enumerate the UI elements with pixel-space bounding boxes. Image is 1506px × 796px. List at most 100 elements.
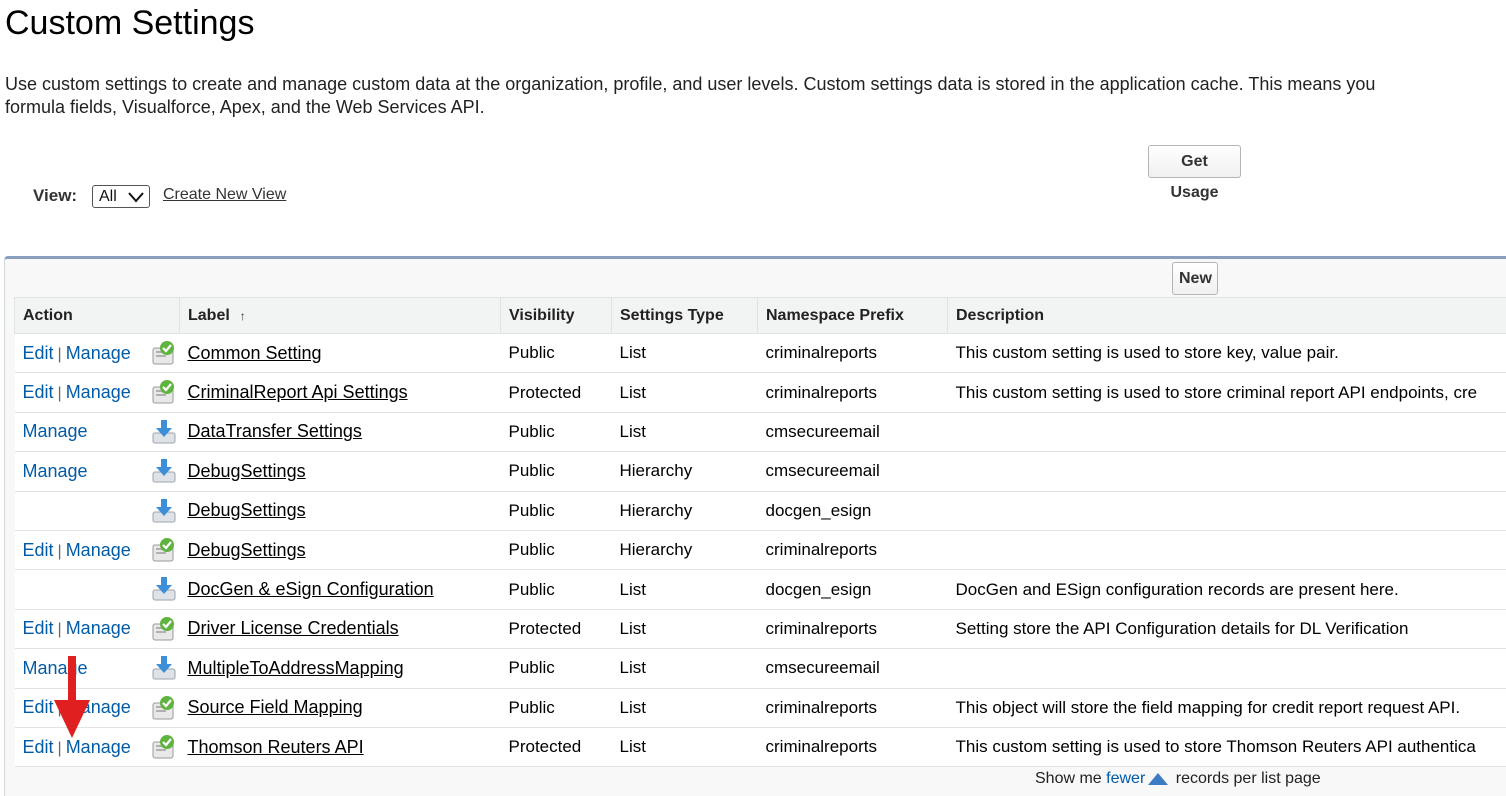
setting-label-link[interactable]: DebugSettings (188, 461, 306, 481)
footer-prefix: Show me (1035, 770, 1102, 787)
visibility-cell: Public (501, 688, 612, 727)
table-row: Edit|Manage CriminalReport Api Settings … (15, 373, 1506, 412)
arrow-up-icon[interactable] (1148, 773, 1168, 785)
manage-link[interactable]: Manage (66, 382, 131, 402)
table-row: Manage MultipleToAddressMapping Public L… (15, 649, 1506, 688)
description-cell (948, 649, 1506, 688)
new-button[interactable]: New (1172, 262, 1218, 295)
description-cell (948, 530, 1506, 569)
namespace-prefix-cell: criminalreports (758, 334, 948, 373)
table-row: Edit|Manage Driver License Credentials P… (15, 609, 1506, 648)
description-cell: This custom setting is used to store Tho… (948, 727, 1506, 766)
table-row: Manage DebugSettings Public Hierarchy cm… (15, 452, 1506, 491)
namespace-prefix-cell: criminalreports (758, 609, 948, 648)
column-header-description[interactable]: Description (948, 298, 1506, 334)
settings-type-cell: List (612, 688, 758, 727)
column-header-settings-type[interactable]: Settings Type (612, 298, 758, 334)
column-header-action: Action (15, 298, 180, 334)
view-select-value: All (99, 188, 117, 205)
namespace-prefix-cell: criminalreports (758, 373, 948, 412)
setting-label-link[interactable]: DebugSettings (188, 500, 306, 520)
description-line-1: Use custom settings to create and manage… (5, 73, 1505, 96)
action-separator: | (54, 621, 66, 638)
settings-type-cell: Hierarchy (612, 452, 758, 491)
settings-type-cell: Hierarchy (612, 530, 758, 569)
check-icon (151, 734, 177, 760)
fewer-records-link[interactable]: fewer (1106, 770, 1145, 787)
setting-label-link[interactable]: MultipleToAddressMapping (188, 658, 404, 678)
manage-link[interactable]: Manage (66, 618, 131, 638)
visibility-cell: Public (501, 570, 612, 609)
visibility-cell: Public (501, 412, 612, 451)
action-separator: | (54, 346, 66, 363)
namespace-prefix-cell: docgen_esign (758, 570, 948, 609)
visibility-cell: Public (501, 334, 612, 373)
edit-link[interactable]: Edit (23, 382, 54, 402)
download-icon (151, 498, 177, 524)
namespace-prefix-cell: cmsecureemail (758, 649, 948, 688)
namespace-prefix-cell: cmsecureemail (758, 452, 948, 491)
edit-link[interactable]: Edit (23, 540, 54, 560)
action-cell: Manage (15, 649, 180, 688)
manage-link[interactable]: Manage (23, 461, 88, 481)
setting-label-link[interactable]: Source Field Mapping (188, 697, 363, 717)
manage-link[interactable]: Manage (23, 421, 88, 441)
custom-settings-table: Action Label↑ Visibility Settings Type N… (14, 297, 1506, 767)
description-cell: This object will store the field mapping… (948, 688, 1506, 727)
footer-suffix: records per list page (1176, 770, 1321, 787)
description-cell: DocGen and ESign configuration records a… (948, 570, 1506, 609)
action-cell: Edit|Manage (15, 530, 180, 569)
download-icon (151, 419, 177, 445)
label-cell: DocGen & eSign Configuration (180, 570, 501, 609)
view-label: View: (33, 186, 77, 206)
create-new-view-link[interactable]: Create New View (163, 186, 286, 204)
check-icon (151, 695, 177, 721)
action-cell: Edit|Manage (15, 334, 180, 373)
check-icon (151, 616, 177, 642)
edit-link[interactable]: Edit (23, 737, 54, 757)
namespace-prefix-cell: criminalreports (758, 727, 948, 766)
column-header-visibility[interactable]: Visibility (501, 298, 612, 334)
download-icon (151, 576, 177, 602)
setting-label-link[interactable]: CriminalReport Api Settings (188, 382, 408, 402)
action-cell: Manage (15, 452, 180, 491)
setting-label-link[interactable]: Driver License Credentials (188, 618, 399, 638)
manage-link[interactable]: Manage (66, 343, 131, 363)
table-row: Edit|Manage DebugSettings Public Hierarc… (15, 530, 1506, 569)
action-separator: | (54, 385, 66, 402)
action-cell: Manage (15, 412, 180, 451)
settings-type-cell: List (612, 609, 758, 648)
table-row: Edit|Manage Source Field Mapping Public … (15, 688, 1506, 727)
setting-label-link[interactable]: Common Setting (188, 343, 322, 363)
setting-label-link[interactable]: DebugSettings (188, 540, 306, 560)
view-select[interactable]: All (92, 185, 150, 208)
edit-link[interactable]: Edit (23, 343, 54, 363)
page-description: Use custom settings to create and manage… (5, 73, 1505, 119)
edit-link[interactable]: Edit (23, 618, 54, 638)
column-header-namespace-prefix[interactable]: Namespace Prefix (758, 298, 948, 334)
label-cell: Common Setting (180, 334, 501, 373)
setting-label-link[interactable]: Thomson Reuters API (188, 737, 364, 757)
get-usage-button[interactable]: Get Usage (1148, 145, 1241, 178)
manage-link[interactable]: Manage (66, 737, 131, 757)
column-header-label[interactable]: Label↑ (180, 298, 501, 334)
edit-link[interactable]: Edit (23, 697, 54, 717)
table-body: Edit|Manage Common Setting Public List c… (15, 334, 1506, 767)
manage-link[interactable]: Manage (66, 540, 131, 560)
records-per-page-control: Show me fewer records per list page (1035, 770, 1321, 788)
label-cell: DataTransfer Settings (180, 412, 501, 451)
settings-type-cell: List (612, 570, 758, 609)
table-row: Manage DataTransfer Settings Public List… (15, 412, 1506, 451)
visibility-cell: Protected (501, 609, 612, 648)
label-cell: Source Field Mapping (180, 688, 501, 727)
description-cell (948, 491, 1506, 530)
setting-label-link[interactable]: DataTransfer Settings (188, 421, 362, 441)
check-icon (151, 340, 177, 366)
annotation-arrow-icon (52, 656, 92, 738)
description-cell (948, 412, 1506, 451)
label-cell: Driver License Credentials (180, 609, 501, 648)
action-cell (15, 570, 180, 609)
settings-type-cell: List (612, 649, 758, 688)
settings-type-cell: List (612, 373, 758, 412)
setting-label-link[interactable]: DocGen & eSign Configuration (188, 579, 434, 599)
